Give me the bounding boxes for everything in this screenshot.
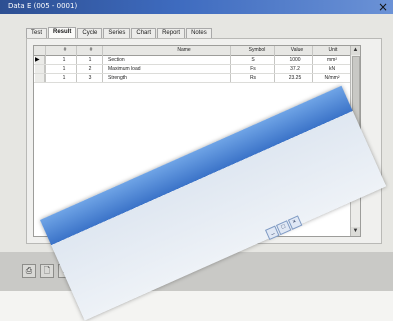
tab-series[interactable]: Series <box>103 28 131 38</box>
tab-report[interactable]: Report <box>157 28 186 38</box>
table-cell[interactable]: 37.2 <box>280 65 310 73</box>
table-cell[interactable]: 1000 <box>280 56 310 64</box>
row-selector[interactable] <box>35 65 45 73</box>
table-cell[interactable]: Maximum load <box>108 65 218 73</box>
column-header-number[interactable]: # <box>60 46 70 54</box>
tab-cycle[interactable]: Cycle <box>77 28 103 38</box>
column-header-value[interactable]: Value <box>282 46 312 54</box>
table-cell[interactable]: 2 <box>84 65 96 73</box>
scroll-up-icon[interactable]: ▲ <box>351 46 360 55</box>
table-cell[interactable]: Section <box>108 56 218 64</box>
row-selector[interactable] <box>35 74 45 82</box>
table-cell[interactable]: 1 <box>58 65 70 73</box>
table-cell[interactable]: 1 <box>58 74 70 82</box>
table-cell[interactable]: 1 <box>84 56 96 64</box>
table-cell[interactable]: 23.25 <box>280 74 310 82</box>
table-cell[interactable]: N/mm² <box>317 74 347 82</box>
table-cell[interactable]: kN <box>317 65 347 73</box>
tab-strip: Test Result Cycle Series Chart Report No… <box>26 27 213 38</box>
column-header-unit[interactable]: Unit <box>318 46 348 54</box>
preview-icon[interactable]: 🗋 <box>40 264 54 278</box>
tab-test[interactable]: Test <box>26 28 48 38</box>
column-header-index[interactable]: # <box>86 46 96 54</box>
column-header-symbol[interactable]: Symbol <box>242 46 272 54</box>
column-header-name[interactable]: Name <box>154 46 214 54</box>
table-cell[interactable]: Rs <box>238 74 268 82</box>
table-cell[interactable]: 3 <box>84 74 96 82</box>
title-bar: Data E (005 - 0001) × <box>0 0 393 14</box>
row-divider <box>34 82 360 83</box>
tab-result[interactable]: Result <box>48 27 77 38</box>
tab-notes[interactable]: Notes <box>186 28 212 38</box>
close-icon[interactable]: × <box>377 0 389 14</box>
print-icon[interactable]: ⎙ <box>22 264 36 278</box>
window-title: Data E (005 - 0001) <box>8 2 78 10</box>
table-cell[interactable]: Strength <box>108 74 218 82</box>
table-cell[interactable]: 1 <box>58 56 70 64</box>
current-row-icon: ▶ <box>35 57 40 63</box>
scroll-down-icon[interactable]: ▼ <box>351 227 360 236</box>
table-cell[interactable]: Fs <box>238 65 268 73</box>
tab-chart[interactable]: Chart <box>131 28 157 38</box>
table-cell[interactable]: mm² <box>317 56 347 64</box>
table-cell[interactable]: S <box>238 56 268 64</box>
